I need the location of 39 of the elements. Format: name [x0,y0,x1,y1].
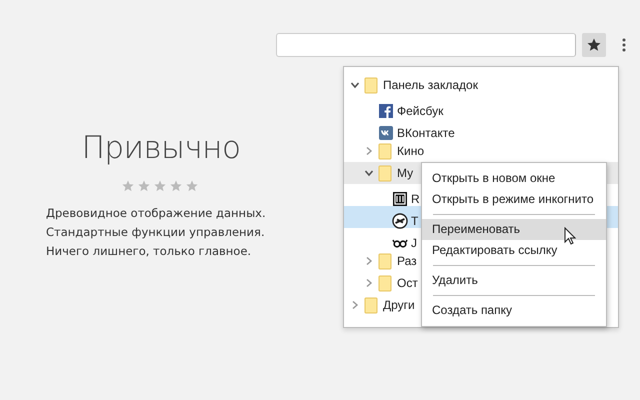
bookmark-item[interactable]: Панель закладок [344,74,478,96]
promo-text: Ничего лишнего, только главное. [46,243,252,260]
chevron-right-icon[interactable] [350,300,360,310]
round-logo-icon [392,212,408,230]
menu-item[interactable]: Создать папку [422,300,606,321]
bookmark-item[interactable]: R [344,188,420,210]
star-icon [587,38,601,52]
chevron-down-icon[interactable] [364,168,374,178]
menu-item[interactable]: Открыть в новом окне [422,168,606,189]
chevron-right-icon[interactable] [364,278,374,288]
folder-icon [378,252,394,270]
folder-icon [364,296,380,314]
facebook-icon [378,102,394,120]
promo-text: Стандартные функции управления. [46,224,266,241]
bookmark-item[interactable]: Други [344,294,415,316]
chevron-down-icon[interactable] [350,80,360,90]
menu-item[interactable]: Открыть в режиме инкогнито [422,189,606,210]
chevron-right-icon[interactable] [364,146,374,156]
stars-icon [122,180,200,192]
bookmark-button[interactable] [582,33,606,57]
bookmark-item[interactable]: Фейсбук [344,100,444,122]
menu-item[interactable]: Переименовать [422,219,606,240]
folder-icon [378,164,394,182]
promo-title: Привычно [82,130,240,166]
vk-icon [378,124,394,142]
bookmark-item[interactable]: Му [344,162,414,184]
bookmark-item[interactable]: Т [344,210,418,232]
square-logo-icon [392,190,408,208]
folder-icon [378,142,394,160]
address-field[interactable] [276,33,576,57]
folder-icon [364,76,380,94]
menu-item[interactable]: Удалить [422,270,606,291]
cursor-icon [564,227,576,245]
chevron-right-icon[interactable] [364,256,374,266]
promo-text: Древовидное отображение данных. [46,205,266,222]
menu-icon[interactable] [622,38,626,52]
bookmark-item[interactable]: Ост [344,272,418,294]
menu-item[interactable]: Редактировать ссылку [422,240,606,261]
folder-icon [378,274,394,292]
